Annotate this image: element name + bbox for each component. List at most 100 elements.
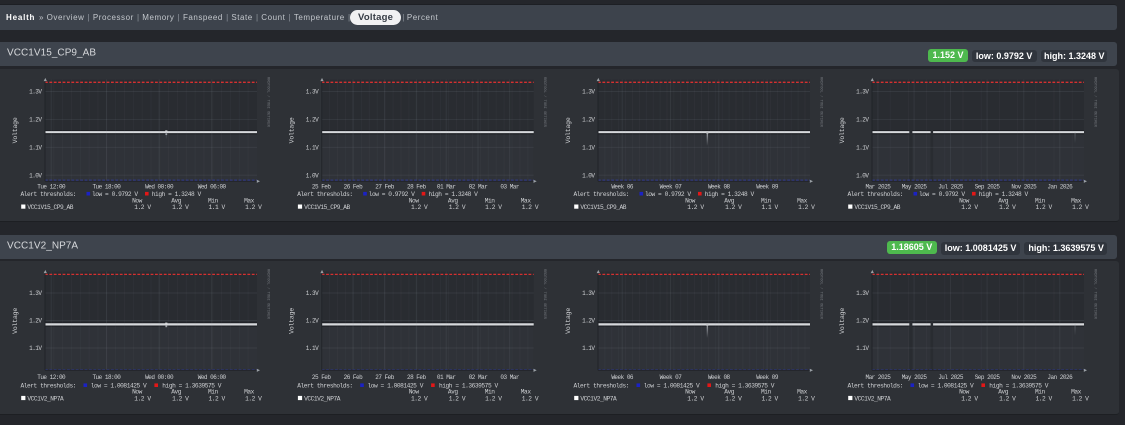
svg-text:1.2 V: 1.2 V (687, 395, 704, 402)
svg-text:Mar 2025: Mar 2025 (865, 374, 891, 381)
svg-text:RRDTOOL / TOBI OETIKER: RRDTOOL / TOBI OETIKER (542, 269, 547, 320)
svg-text:25 Feb: 25 Feb (312, 184, 332, 191)
svg-text:RRDTOOL / TOBI OETIKER: RRDTOOL / TOBI OETIKER (818, 269, 823, 320)
svg-text:1.1V: 1.1V (29, 145, 42, 152)
svg-text:27 Feb: 27 Feb (375, 374, 395, 381)
svg-text:Week 06: Week 06 (611, 184, 634, 191)
svg-text:Alert thresholds:: Alert thresholds: (297, 191, 352, 198)
svg-text:1.3V: 1.3V (856, 89, 869, 96)
svg-text:Sep 2025: Sep 2025 (975, 184, 1001, 191)
svg-text:25 Feb: 25 Feb (312, 374, 332, 381)
svg-text:May 2025: May 2025 (902, 374, 928, 381)
svg-text:1.0V: 1.0V (856, 172, 869, 179)
svg-text:1.2V: 1.2V (582, 117, 595, 124)
svg-text:1.3V: 1.3V (29, 290, 42, 297)
svg-text:VCC1V2_NP7A: VCC1V2_NP7A (580, 395, 617, 402)
svg-text:1.2 V: 1.2 V (522, 395, 539, 402)
svg-text:1.1V: 1.1V (582, 145, 595, 152)
svg-text:1.0V: 1.0V (306, 172, 319, 179)
svg-text:1.3V: 1.3V (582, 89, 595, 96)
svg-text:RRDTOOL / TOBI OETIKER: RRDTOOL / TOBI OETIKER (818, 77, 823, 128)
svg-text:1.2 V: 1.2 V (485, 204, 502, 211)
svg-text:1.3V: 1.3V (582, 290, 595, 297)
svg-text:RRDTOOL / TOBI OETIKER: RRDTOOL / TOBI OETIKER (542, 77, 547, 128)
svg-text:1.2 V: 1.2 V (725, 395, 742, 402)
svg-text:1.2 V: 1.2 V (798, 204, 815, 211)
svg-text:Jul 2025: Jul 2025 (938, 374, 964, 381)
svg-text:VCC1V15_CP9_AB: VCC1V15_CP9_AB (854, 204, 900, 211)
svg-text:1.2V: 1.2V (29, 117, 42, 124)
svg-text:1.1V: 1.1V (29, 345, 42, 352)
svg-text:1.2 V: 1.2 V (999, 395, 1016, 402)
svg-text:1.2 V: 1.2 V (245, 204, 262, 211)
svg-text:1.2 V: 1.2 V (761, 395, 778, 402)
svg-text:VCC1V15_CP9_AB: VCC1V15_CP9_AB (304, 204, 350, 211)
svg-text:VCC1V2_NP7A: VCC1V2_NP7A (304, 395, 341, 402)
svg-text:Wed 06:00: Wed 06:00 (198, 374, 227, 381)
svg-text:Tue 18:00: Tue 18:00 (92, 184, 121, 191)
svg-text:1.2 V: 1.2 V (961, 395, 978, 402)
svg-text:1.2 V: 1.2 V (1035, 204, 1052, 211)
svg-text:1.2 V: 1.2 V (172, 204, 189, 211)
svg-text:RRDTOOL / TOBI OETIKER: RRDTOOL / TOBI OETIKER (265, 269, 270, 320)
svg-text:1.3V: 1.3V (306, 89, 319, 96)
svg-text:1.3V: 1.3V (306, 290, 319, 297)
svg-text:1.2 V: 1.2 V (961, 204, 978, 211)
svg-text:01 Mar: 01 Mar (437, 184, 457, 191)
svg-text:03 Mar: 03 Mar (500, 374, 520, 381)
svg-text:1.2V: 1.2V (306, 117, 319, 124)
svg-text:28 Feb: 28 Feb (407, 184, 427, 191)
svg-text:Tue 12:00: Tue 12:00 (37, 184, 66, 191)
svg-text:Week 07: Week 07 (660, 374, 683, 381)
svg-text:03 Mar: 03 Mar (500, 184, 520, 191)
svg-text:28 Feb: 28 Feb (407, 374, 427, 381)
svg-text:Alert thresholds:: Alert thresholds: (574, 191, 629, 198)
svg-text:1.2 V: 1.2 V (1072, 204, 1089, 211)
svg-text:1.1 V: 1.1 V (208, 204, 225, 211)
svg-text:Week 06: Week 06 (611, 374, 634, 381)
svg-text:RRDTOOL / TOBI OETIKER: RRDTOOL / TOBI OETIKER (1092, 77, 1097, 128)
svg-text:May 2025: May 2025 (902, 184, 928, 191)
svg-text:Sep 2025: Sep 2025 (975, 374, 1001, 381)
svg-text:Voltage: Voltage (289, 308, 296, 334)
svg-text:Mar 2025: Mar 2025 (865, 184, 891, 191)
svg-text:Tue 12:00: Tue 12:00 (37, 374, 66, 381)
svg-text:1.2 V: 1.2 V (1072, 395, 1089, 402)
svg-text:1.2V: 1.2V (306, 318, 319, 325)
svg-text:1.2 V: 1.2 V (999, 204, 1016, 211)
svg-text:1.2V: 1.2V (29, 318, 42, 325)
svg-text:1.2 V: 1.2 V (172, 395, 189, 402)
svg-text:Jan 2026: Jan 2026 (1047, 184, 1073, 191)
svg-text:Jul 2025: Jul 2025 (938, 184, 964, 191)
svg-text:02 Mar: 02 Mar (469, 374, 489, 381)
svg-text:1.1V: 1.1V (306, 145, 319, 152)
svg-text:1.1V: 1.1V (856, 345, 869, 352)
svg-text:Alert thresholds:: Alert thresholds: (21, 191, 76, 198)
svg-text:1.2 V: 1.2 V (798, 395, 815, 402)
svg-text:Voltage: Voltage (565, 308, 572, 334)
svg-text:Wed 00:00: Wed 00:00 (145, 374, 174, 381)
svg-text:1.2V: 1.2V (582, 318, 595, 325)
svg-text:Week 08: Week 08 (708, 184, 731, 191)
svg-text:1.1V: 1.1V (306, 345, 319, 352)
svg-text:1.2 V: 1.2 V (245, 395, 262, 402)
svg-text:VCC1V15_CP9_AB: VCC1V15_CP9_AB (27, 204, 73, 211)
svg-text:1.0V: 1.0V (29, 172, 42, 179)
svg-text:Alert thresholds:: Alert thresholds: (574, 383, 629, 390)
svg-text:27 Feb: 27 Feb (375, 184, 395, 191)
svg-text:Voltage: Voltage (839, 117, 846, 143)
svg-text:Voltage: Voltage (839, 308, 846, 334)
svg-text:Wed 06:00: Wed 06:00 (198, 184, 227, 191)
svg-text:Tue 18:00: Tue 18:00 (92, 374, 121, 381)
svg-text:Wed 00:00: Wed 00:00 (145, 184, 174, 191)
svg-text:Week 07: Week 07 (660, 184, 683, 191)
svg-text:VCC1V2_NP7A: VCC1V2_NP7A (27, 395, 64, 402)
svg-text:1.1V: 1.1V (856, 145, 869, 152)
svg-text:Week 09: Week 09 (756, 374, 779, 381)
svg-text:Nov 2025: Nov 2025 (1011, 374, 1037, 381)
svg-text:Week 08: Week 08 (708, 374, 731, 381)
svg-text:1.2 V: 1.2 V (1035, 395, 1052, 402)
svg-text:1.1V: 1.1V (582, 345, 595, 352)
svg-text:1.2V: 1.2V (856, 318, 869, 325)
svg-text:26 Feb: 26 Feb (344, 184, 364, 191)
